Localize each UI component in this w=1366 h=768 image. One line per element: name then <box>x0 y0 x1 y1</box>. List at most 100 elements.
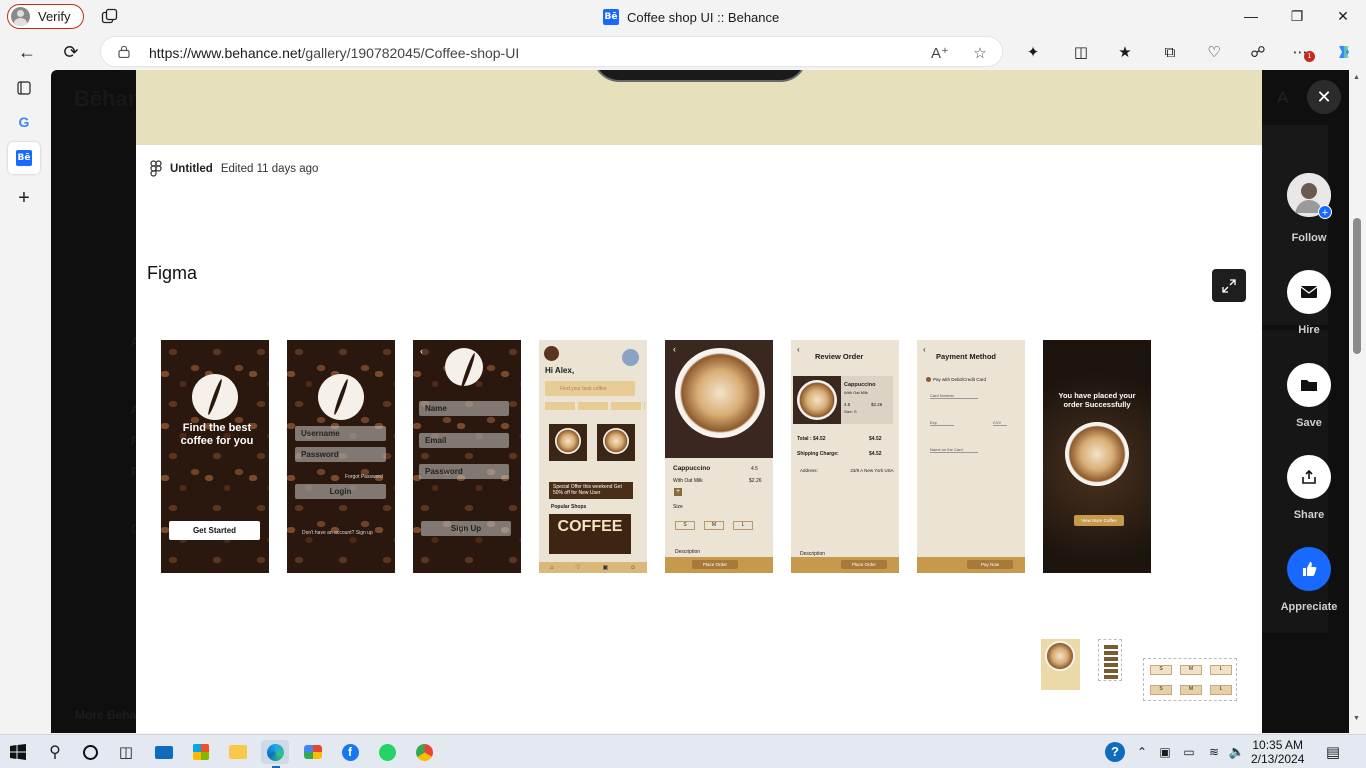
lock-icon[interactable] <box>118 45 130 58</box>
tab-actions-menu-icon[interactable] <box>8 72 40 104</box>
follow-avatar-button[interactable]: + <box>1287 173 1332 219</box>
search-icon[interactable]: ⚲ <box>43 740 67 764</box>
figma-file-name[interactable]: Untitled <box>170 163 213 175</box>
forgot-password-link[interactable]: Forgot Password <box>345 474 383 480</box>
task-view-icon[interactable]: ◫ <box>114 740 138 764</box>
view-more-coffee-button[interactable]: View More Coffee <box>1074 515 1124 526</box>
expand-button[interactable] <box>1212 269 1246 302</box>
category-chips[interactable] <box>545 402 645 410</box>
browser-essentials-icon[interactable]: ♡ <box>1203 41 1225 63</box>
card-number-field[interactable]: Card Number <box>930 393 978 399</box>
name-field[interactable]: Name <box>419 401 509 416</box>
page-scrollbar[interactable]: ▲ ▼ <box>1349 70 1366 733</box>
name-on-card-field[interactable]: Name on the Card <box>930 447 978 453</box>
show-hidden-icons-chevron-icon[interactable]: ⌃ <box>1130 740 1154 764</box>
payment-option[interactable]: Pay with Debit/Credit Card <box>933 377 986 382</box>
extensions-icon[interactable]: ✦ <box>1022 41 1044 63</box>
radio-selected-icon[interactable] <box>926 377 931 382</box>
address-bar[interactable]: https://www.behance.net/gallery/19078204… <box>100 36 1003 67</box>
screen-product-detail[interactable]: ‹ Cappuccino 4.5 With Oat Milk $2.26 + S… <box>665 340 773 573</box>
mail-app-icon[interactable] <box>152 740 176 764</box>
back-arrow-icon[interactable]: ‹ <box>420 346 423 356</box>
screen-review-order[interactable]: ‹ Review Order Cappuccino With Oat Milk … <box>791 340 899 573</box>
system-clock[interactable]: 10:35 AM 2/13/2024 <box>1251 738 1304 766</box>
favorite-nav-icon[interactable]: ♡ <box>575 564 580 571</box>
google-tab-icon[interactable]: G <box>8 106 40 138</box>
hire-label[interactable]: Hire <box>1278 324 1340 336</box>
cvv-field[interactable]: CVV <box>993 420 1007 426</box>
back-arrow-icon[interactable]: ‹ <box>923 345 926 354</box>
email-field[interactable]: Email <box>419 433 509 448</box>
back-arrow-icon[interactable]: ‹ <box>673 344 676 354</box>
scrollbar-thumb[interactable] <box>1353 218 1361 354</box>
chrome-app-icon[interactable] <box>412 740 436 764</box>
size-option-s[interactable]: S <box>675 521 695 530</box>
signup-button[interactable]: Sign Up <box>421 521 511 536</box>
offer-banner[interactable]: Special Offer this weekend Get 50% off f… <box>549 482 633 499</box>
copilot-icon[interactable] <box>1333 41 1355 63</box>
share-label[interactable]: Share <box>1278 509 1340 521</box>
coffee-shop-banner[interactable]: COFFEE <box>549 514 631 554</box>
get-started-button[interactable]: Get Started <box>169 521 260 540</box>
username-field[interactable]: Username <box>295 426 386 441</box>
tab-actions-icon[interactable] <box>101 8 118 25</box>
file-explorer-icon[interactable] <box>226 740 250 764</box>
wifi-icon[interactable]: ≋ <box>1202 740 1226 764</box>
screen-payment[interactable]: ‹ Payment Method Pay with Debit/Credit C… <box>917 340 1025 573</box>
whatsapp-app-icon[interactable] <box>375 740 399 764</box>
start-button[interactable] <box>6 740 30 764</box>
restore-button[interactable]: ❐ <box>1274 0 1320 32</box>
screen-home[interactable]: Hi Alex, Find your best coffee Cappuccin… <box>539 340 647 573</box>
notifications-icon[interactable]: ▤ <box>1321 740 1345 764</box>
size-option-m[interactable]: M <box>704 521 724 530</box>
edge-app-icon[interactable] <box>261 740 289 764</box>
user-avatar[interactable] <box>622 349 639 366</box>
login-button[interactable]: Login <box>295 484 386 499</box>
pay-now-button[interactable]: Pay Now <box>967 560 1013 569</box>
bag-nav-icon[interactable]: ▣ <box>602 564 608 571</box>
screen-onboarding[interactable]: Find the best coffee for you Get Started <box>161 340 269 573</box>
behance-tab-icon[interactable]: Bē <box>8 142 40 174</box>
home-nav-icon[interactable]: ⌂ <box>550 565 554 571</box>
close-window-button[interactable]: ✕ <box>1320 0 1366 32</box>
split-screen-icon[interactable]: ◫ <box>1070 41 1092 63</box>
profile-nav-icon[interactable]: ☺ <box>630 565 636 571</box>
screen-signup[interactable]: ‹ Name Email Password Sign Up <box>413 340 521 573</box>
volume-icon[interactable]: 🔈 <box>1225 740 1249 764</box>
new-tab-plus-icon[interactable]: + <box>8 182 40 214</box>
password-field[interactable]: Password <box>295 447 386 462</box>
exp-field[interactable]: Exp <box>930 420 954 426</box>
screen-order-success[interactable]: You have placed your order Successfully … <box>1043 340 1151 573</box>
password-field[interactable]: Password <box>419 464 509 479</box>
search-input[interactable]: Find your best coffee <box>545 381 635 396</box>
bottom-navigation[interactable]: ⌂ ♡ ▣ ☺ <box>539 562 647 573</box>
follow-label[interactable]: Follow <box>1278 232 1340 244</box>
back-arrow-icon[interactable]: ‹ <box>797 345 800 354</box>
scroll-down-arrow-icon[interactable]: ▼ <box>1353 715 1360 722</box>
signup-prompt[interactable]: Don't have an account? Sign up <box>302 530 373 536</box>
save-label[interactable]: Save <box>1278 417 1340 429</box>
place-order-button[interactable]: Place Order <box>692 560 738 569</box>
scroll-up-arrow-icon[interactable]: ▲ <box>1353 74 1360 81</box>
save-button[interactable] <box>1287 363 1331 407</box>
sidebar-apps-icon[interactable]: ☍ <box>1247 41 1269 63</box>
meet-now-icon[interactable]: ▣ <box>1153 740 1177 764</box>
url-text[interactable]: https://www.behance.net/gallery/19078204… <box>149 45 519 61</box>
facebook-app-icon[interactable]: f <box>338 740 362 764</box>
favorite-star-icon[interactable]: ☆ <box>970 43 990 63</box>
store-app-icon[interactable] <box>189 740 213 764</box>
read-aloud-icon[interactable]: A⁺ <box>930 43 950 63</box>
meet-app-icon[interactable] <box>301 740 325 764</box>
appreciate-label[interactable]: Appreciate <box>1278 601 1340 613</box>
appreciate-button[interactable] <box>1287 547 1331 591</box>
add-icon[interactable]: + <box>674 488 682 496</box>
favorites-icon[interactable]: ★ <box>1114 41 1136 63</box>
share-button[interactable] <box>1287 455 1331 499</box>
help-icon[interactable]: ? <box>1103 740 1127 764</box>
close-modal-button[interactable]: ✕ <box>1307 80 1341 114</box>
screen-login[interactable]: Username Password Forgot Password Login … <box>287 340 395 573</box>
battery-icon[interactable]: ▭ <box>1177 740 1201 764</box>
back-button[interactable]: ← <box>12 38 42 66</box>
refresh-button[interactable]: ⟳ <box>56 38 86 66</box>
minimize-button[interactable]: — <box>1228 0 1274 32</box>
